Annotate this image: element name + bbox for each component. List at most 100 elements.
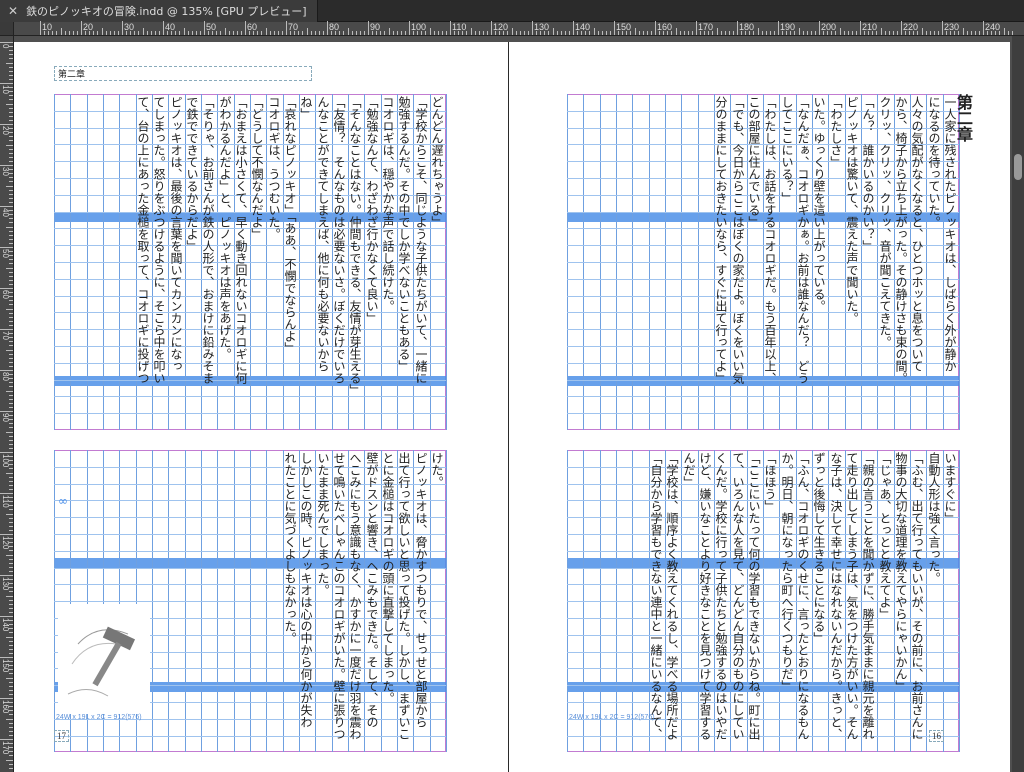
text-column[interactable]: くんだ。学校に行って子供たちと勉強するのはいやだ: [714, 452, 728, 750]
text-column[interactable]: 勉強するんだ。その中でしか学べないこともある」: [397, 96, 411, 428]
ruler-tick: [404, 31, 406, 35]
text-column[interactable]: 「ほほう」: [763, 452, 777, 750]
text-column[interactable]: 分のままにしておきたいなら、すぐに出て行ってよ」: [714, 96, 728, 428]
text-column[interactable]: クリッ、クリッ、クリッ、音が聞こえてきた。: [878, 96, 892, 428]
ruler-tick: [9, 525, 13, 527]
text-column[interactable]: 「わたしは、お話をするコオロギだ。もう百年以上、: [763, 96, 777, 428]
frame-grid-right[interactable]: 一人家に残されたピノッキオは、しばらく外が静か になるのを待っていた。 人々の気配が…: [567, 94, 960, 752]
ruler-tick: [392, 31, 394, 35]
right-page[interactable]: 一人家に残されたピノッキオは、しばらく外が静か になるのを待っていた。 人々の気配が…: [509, 42, 1010, 772]
text-column[interactable]: て、台の上にあった金槌を取って、コオロギに投げつ: [136, 96, 150, 428]
text-column[interactable]: 「おまえは小さくて、早く動き回れないコオロギに何: [234, 96, 248, 428]
ruler-tick: [851, 31, 853, 35]
close-icon[interactable]: ✕: [8, 4, 18, 18]
text-column[interactable]: しかしこの時、ピノッキオは心の中から何かが失わ: [299, 452, 313, 750]
text-column[interactable]: へこみにもう意識もなく、かすかに一度だけ羽を震わ: [348, 452, 362, 750]
text-column[interactable]: 「そりゃ、お前さんが鉄の人形で、おまけに鉛みそま: [201, 96, 215, 428]
ruler-tick: [9, 320, 13, 322]
text-column[interactable]: ずっと後悔して生きることになる」: [812, 452, 826, 750]
chain-link-icon[interactable]: ∞: [58, 494, 68, 508]
text-column[interactable]: 「なんだぁ、コオロギかぁ。お前は誰なんだ？ どう: [796, 96, 810, 428]
ruler-label: 230: [944, 22, 960, 32]
text-column[interactable]: 壁がドスンと響き、ヘこみもできた。そして、その: [365, 452, 379, 750]
ruler-tick: [482, 31, 484, 35]
text-column[interactable]: んなことができてしまえば、他に何も必要ないから: [316, 96, 330, 428]
ruler-tick: [0, 534, 13, 535]
text-column[interactable]: 「哀れなピノッキオ」「ああ、不憫でならんよ」: [283, 96, 297, 428]
ruler-tick: [0, 616, 13, 617]
ruler-tick: [269, 31, 271, 35]
scrollbar-thumb[interactable]: [1014, 154, 1022, 180]
page-number[interactable]: 16: [929, 730, 944, 742]
text-column[interactable]: 「ここにいたって何の学習もできないからね。町に出: [747, 452, 761, 750]
text-column[interactable]: いたまま死んでしまった。: [316, 452, 330, 750]
ruler-tick: [802, 31, 804, 35]
text-column[interactable]: 物事の大切な道理を教えてやらにゃいかん」: [894, 452, 908, 750]
text-column[interactable]: んだ」: [682, 452, 696, 750]
left-page[interactable]: 第二章 どんどん遅れちゃうよ」 「学校からこそ、同じような子供たちがいて、一緒に勉…: [14, 42, 508, 772]
text-column[interactable]: 「学校からこそ、同じような子供たちがいて、一緒に: [414, 96, 428, 428]
text-column[interactable]: な子は、決して幸せにはなれないんだから。きっと、: [829, 452, 843, 750]
ruler-label: 100: [1, 454, 10, 468]
ruler-tick: [937, 31, 939, 35]
running-head[interactable]: 第二章: [54, 66, 312, 81]
text-column[interactable]: せて鳴いたベしゃんこのコオロギがいた。壁に張りつ: [332, 452, 346, 750]
text-column[interactable]: 「親の言うことを聞かずに、勝手気ままに親元を離れ: [861, 452, 875, 750]
text-column[interactable]: コオロギは、うつむいた。: [267, 96, 281, 428]
text-column[interactable]: 人々の気配がなくなると、ひとつホッと息をついて: [910, 96, 924, 428]
chapter-title[interactable]: 第二章: [951, 94, 975, 142]
text-column[interactable]: いた。ゆっくり壁を這い上がっている。: [812, 96, 826, 428]
ruler-tick: [474, 31, 476, 35]
ruler-tick: [101, 28, 103, 35]
text-column[interactable]: がわかるんだよ」と、ピノッキオは声をあげた。: [218, 96, 232, 428]
text-column[interactable]: で鉄でできているからだよ」: [185, 96, 199, 428]
text-column[interactable]: ね」: [299, 96, 313, 428]
text-column[interactable]: してここにいる？」: [780, 96, 794, 428]
text-column[interactable]: 「そんなことはない。仲間もできる、友情が芽生える」: [348, 96, 362, 428]
document-tab[interactable]: ✕ 鉄のピノッキオの冒険.indd @ 135% [GPU プレビュー]: [0, 0, 318, 22]
text-column[interactable]: とに金槌はコオロギの頭に直撃してしまった。: [381, 452, 395, 750]
text-column[interactable]: ピノッキオは、脅かすつもりで、せっせと部屋から: [414, 452, 428, 750]
text-column[interactable]: か。明日、朝になったら町へ行くつもりだ」: [780, 452, 794, 750]
text-column[interactable]: て、いろんな人を見て、どんどん自分のものにしてい: [731, 452, 745, 750]
text-column[interactable]: ピノッキオは驚いて、震えた声で聞いた。: [845, 96, 859, 428]
text-column[interactable]: れたことに気づくよしもなかった。: [283, 452, 297, 750]
ruler-tick: [64, 31, 66, 35]
text-column[interactable]: 自動人形は強く言った。: [927, 452, 941, 750]
text-column[interactable]: 「ん？ 誰かいるのかい？」: [861, 96, 875, 428]
vertical-ruler[interactable]: 0 10 20 30 40 50 60 70 80 90 100 110 120 130 140 150 160…: [0, 36, 14, 772]
text-column[interactable]: て走り出してしまう子は、気をつけた方がいい。そん: [845, 452, 859, 750]
page-number[interactable]: 17: [54, 730, 69, 742]
vertical-scrollbar[interactable]: [1012, 36, 1024, 772]
text-column[interactable]: 一人家に残されたピノッキオは、しばらく外が静か: [943, 96, 957, 428]
ruler-origin[interactable]: [0, 22, 14, 36]
text-column[interactable]: 「ふん、コオロギのくせに、言ったとおりになるもん: [796, 452, 810, 750]
text-column[interactable]: けど、嫌いなことより好きなことを見つけて学習する: [698, 452, 712, 750]
text-column[interactable]: コオロギは、穏やかな声で話し続けた。: [381, 96, 395, 428]
text-column[interactable]: けた。: [430, 452, 444, 750]
text-column[interactable]: 「勉強なんて、わざわざ行かなくて良い」: [365, 96, 379, 428]
text-column[interactable]: 「自分から学習もできない連中と一緒にいるなんて、: [649, 452, 663, 750]
ruler-tick: [523, 31, 525, 35]
ruler-tick: [6, 718, 13, 720]
text-column[interactable]: どんどん遅れちゃうよ」: [430, 96, 444, 428]
text-column[interactable]: 「友情？ そんなものは必要ないさ。ぼくだけでいろ: [332, 96, 346, 428]
ruler-label: 70: [288, 22, 299, 32]
text-column[interactable]: 「ふむ、出て行ってもいいが、その前に、お前さんに: [910, 452, 924, 750]
hammer-illustration[interactable]: [58, 604, 150, 714]
text-column[interactable]: 「でも、今日からここはぼくの家だよ。ぼくをいい気: [731, 96, 745, 428]
ruler-tick: [0, 411, 13, 412]
text-column[interactable]: 「わたしさ」: [829, 96, 843, 428]
horizontal-ruler[interactable]: 10 20 30 40 50 60 70 80 90 100 110 120 130 140 150 160 1…: [14, 21, 1024, 36]
text-column[interactable]: この部屋に住んでいる」: [747, 96, 761, 428]
text-column[interactable]: てしまった。怒りをぶつけるように、そこら中を叩い: [152, 96, 166, 428]
text-column[interactable]: ピノッキオは、最後の言葉を聞いてカンカンになっ: [169, 96, 183, 428]
text-column[interactable]: 「じゃあ、とっとと教えてよ」: [878, 452, 892, 750]
text-column[interactable]: から、椅子から立ち上がった。その静けさも束の間。: [894, 96, 908, 428]
ruler-tick: [9, 50, 13, 52]
text-column[interactable]: 出て行って欲しいと思って投げた。しかし、まずいこ: [397, 452, 411, 750]
text-column[interactable]: 「学校は、順序よく教えてくれるし、学べる場所だよ: [665, 452, 679, 750]
text-column[interactable]: になるのを待っていた。: [927, 96, 941, 428]
text-column[interactable]: いますぐに」: [943, 452, 957, 750]
text-column[interactable]: 「どうして不憫なんだよ」: [250, 96, 264, 428]
